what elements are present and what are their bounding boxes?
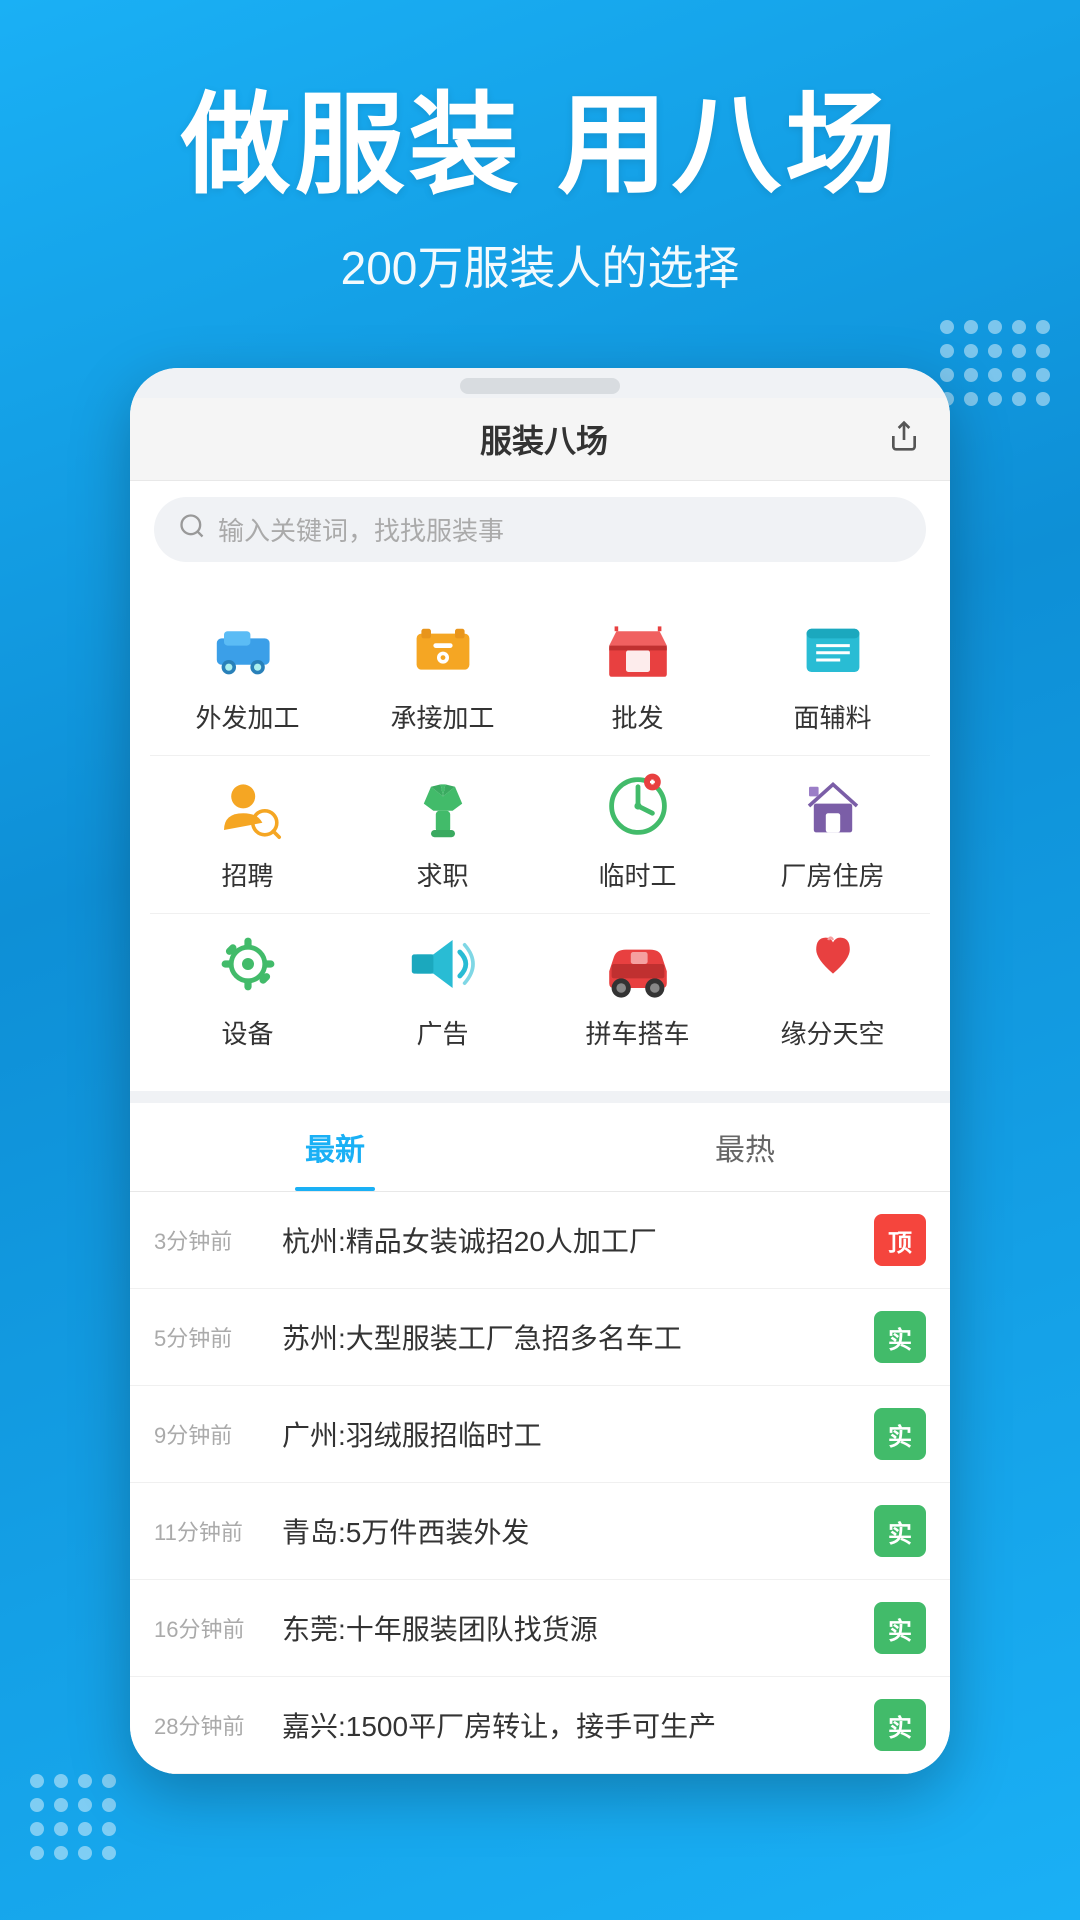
feed-content-4: 东莞:十年服装团队找货源 [282,1608,856,1648]
share-icon[interactable] [888,420,920,459]
search-bar: 输入关键词，找找服装事 [130,481,950,578]
app-header-title: 服装八场 [200,416,888,462]
feed-time-4: 16分钟前 [154,1612,264,1644]
category-label-gg: 广告 [416,1014,468,1051]
category-section: 外发加工 承接加工 [130,578,950,1091]
feed-item-0[interactable]: 3分钟前 杭州:精品女装诚招20人加工厂 顶 [130,1192,950,1289]
feed-time-1: 5分钟前 [154,1321,264,1353]
phone-top-bar [130,368,950,398]
category-label-ml: 面辅料 [793,698,871,735]
search-placeholder-text: 输入关键词，找找服装事 [218,511,504,548]
phone-notch [460,378,620,394]
category-icon-yftk [793,924,873,1004]
category-label-wfj: 外发加工 [195,698,299,735]
category-label-zp: 招聘 [221,856,273,893]
category-icon-pf [598,608,678,688]
tabs-header: 最新 最热 [130,1103,950,1192]
feed-time-2: 9分钟前 [154,1418,264,1450]
feed-item-4[interactable]: 16分钟前 东莞:十年服装团队找货源 实 [130,1580,950,1677]
feed-time-5: 28分钟前 [154,1709,264,1741]
category-row-2: 招聘 求职 [130,756,950,913]
category-item-cjj[interactable]: 承接加工 [363,608,523,735]
category-item-lsg[interactable]: 临时工 [558,766,718,893]
category-label-lsg: 临时工 [598,856,676,893]
feed-badge-2: 实 [874,1408,926,1460]
feed-list: 3分钟前 杭州:精品女装诚招20人加工厂 顶 5分钟前 苏州:大型服装工厂急招多… [130,1192,950,1774]
tab-newest[interactable]: 最新 [130,1103,540,1191]
feed-item-5[interactable]: 28分钟前 嘉兴:1500平厂房转让，接手可生产 实 [130,1677,950,1774]
category-item-wfj[interactable]: 外发加工 [168,608,328,735]
feed-content-1: 苏州:大型服装工厂急招多名车工 [282,1317,856,1357]
dots-decoration-bottom-left [30,1774,116,1860]
tabs-section: 最新 最热 [130,1103,950,1192]
category-icon-ml [793,608,873,688]
feed-badge-4: 实 [874,1602,926,1654]
hero-title: 做服装 用八场 [40,80,1040,212]
category-icon-cjj [403,608,483,688]
search-icon [178,512,206,547]
category-icon-zp [208,766,288,846]
phone-wrapper: 服装八场 输入关键词，找找服装事 [0,368,1080,1774]
hero-subtitle: 200万服装人的选择 [40,232,1040,298]
category-row-1: 外发加工 承接加工 [130,598,950,755]
tab-hottest[interactable]: 最热 [540,1103,950,1191]
feed-badge-5: 实 [874,1699,926,1751]
feed-badge-3: 实 [874,1505,926,1557]
category-label-cfz: 厂房住房 [780,856,884,893]
category-label-yftk: 缘分天空 [780,1014,884,1051]
feed-item-1[interactable]: 5分钟前 苏州:大型服装工厂急招多名车工 实 [130,1289,950,1386]
category-item-pf[interactable]: 批发 [558,608,718,735]
phone-mockup: 服装八场 输入关键词，找找服装事 [130,368,950,1774]
category-item-pctc[interactable]: 拼车搭车 [558,924,718,1051]
category-icon-gg [403,924,483,1004]
category-item-gg[interactable]: 广告 [363,924,523,1051]
category-icon-sb [208,924,288,1004]
search-input-wrapper[interactable]: 输入关键词，找找服装事 [154,497,926,562]
feed-content-0: 杭州:精品女装诚招20人加工厂 [282,1220,856,1260]
category-item-zp[interactable]: 招聘 [168,766,328,893]
feed-item-3[interactable]: 11分钟前 青岛:5万件西装外发 实 [130,1483,950,1580]
category-icon-cfz [793,766,873,846]
feed-content-2: 广州:羽绒服招临时工 [282,1414,856,1454]
category-label-pctc: 拼车搭车 [585,1014,689,1051]
category-label-sb: 设备 [221,1014,273,1051]
category-row-3: 设备 广告 [130,914,950,1071]
category-icon-wfj [208,608,288,688]
feed-time-3: 11分钟前 [154,1515,264,1547]
category-icon-lsg [598,766,678,846]
hero-section: 做服装 用八场 200万服装人的选择 [0,0,1080,328]
feed-item-2[interactable]: 9分钟前 广州:羽绒服招临时工 实 [130,1386,950,1483]
category-label-qz: 求职 [416,856,468,893]
category-label-pf: 批发 [611,698,663,735]
category-label-cjj: 承接加工 [390,698,494,735]
feed-content-5: 嘉兴:1500平厂房转让，接手可生产 [282,1705,856,1745]
category-icon-qz [403,766,483,846]
feed-badge-1: 实 [874,1311,926,1363]
category-item-cfz[interactable]: 厂房住房 [753,766,913,893]
app-header: 服装八场 [130,398,950,481]
category-item-sb[interactable]: 设备 [168,924,328,1051]
feed-content-3: 青岛:5万件西装外发 [282,1511,856,1551]
category-icon-pctc [598,924,678,1004]
feed-time-0: 3分钟前 [154,1224,264,1256]
category-item-qz[interactable]: 求职 [363,766,523,893]
category-item-ml[interactable]: 面辅料 [753,608,913,735]
category-item-yftk[interactable]: 缘分天空 [753,924,913,1051]
feed-badge-0: 顶 [874,1214,926,1266]
